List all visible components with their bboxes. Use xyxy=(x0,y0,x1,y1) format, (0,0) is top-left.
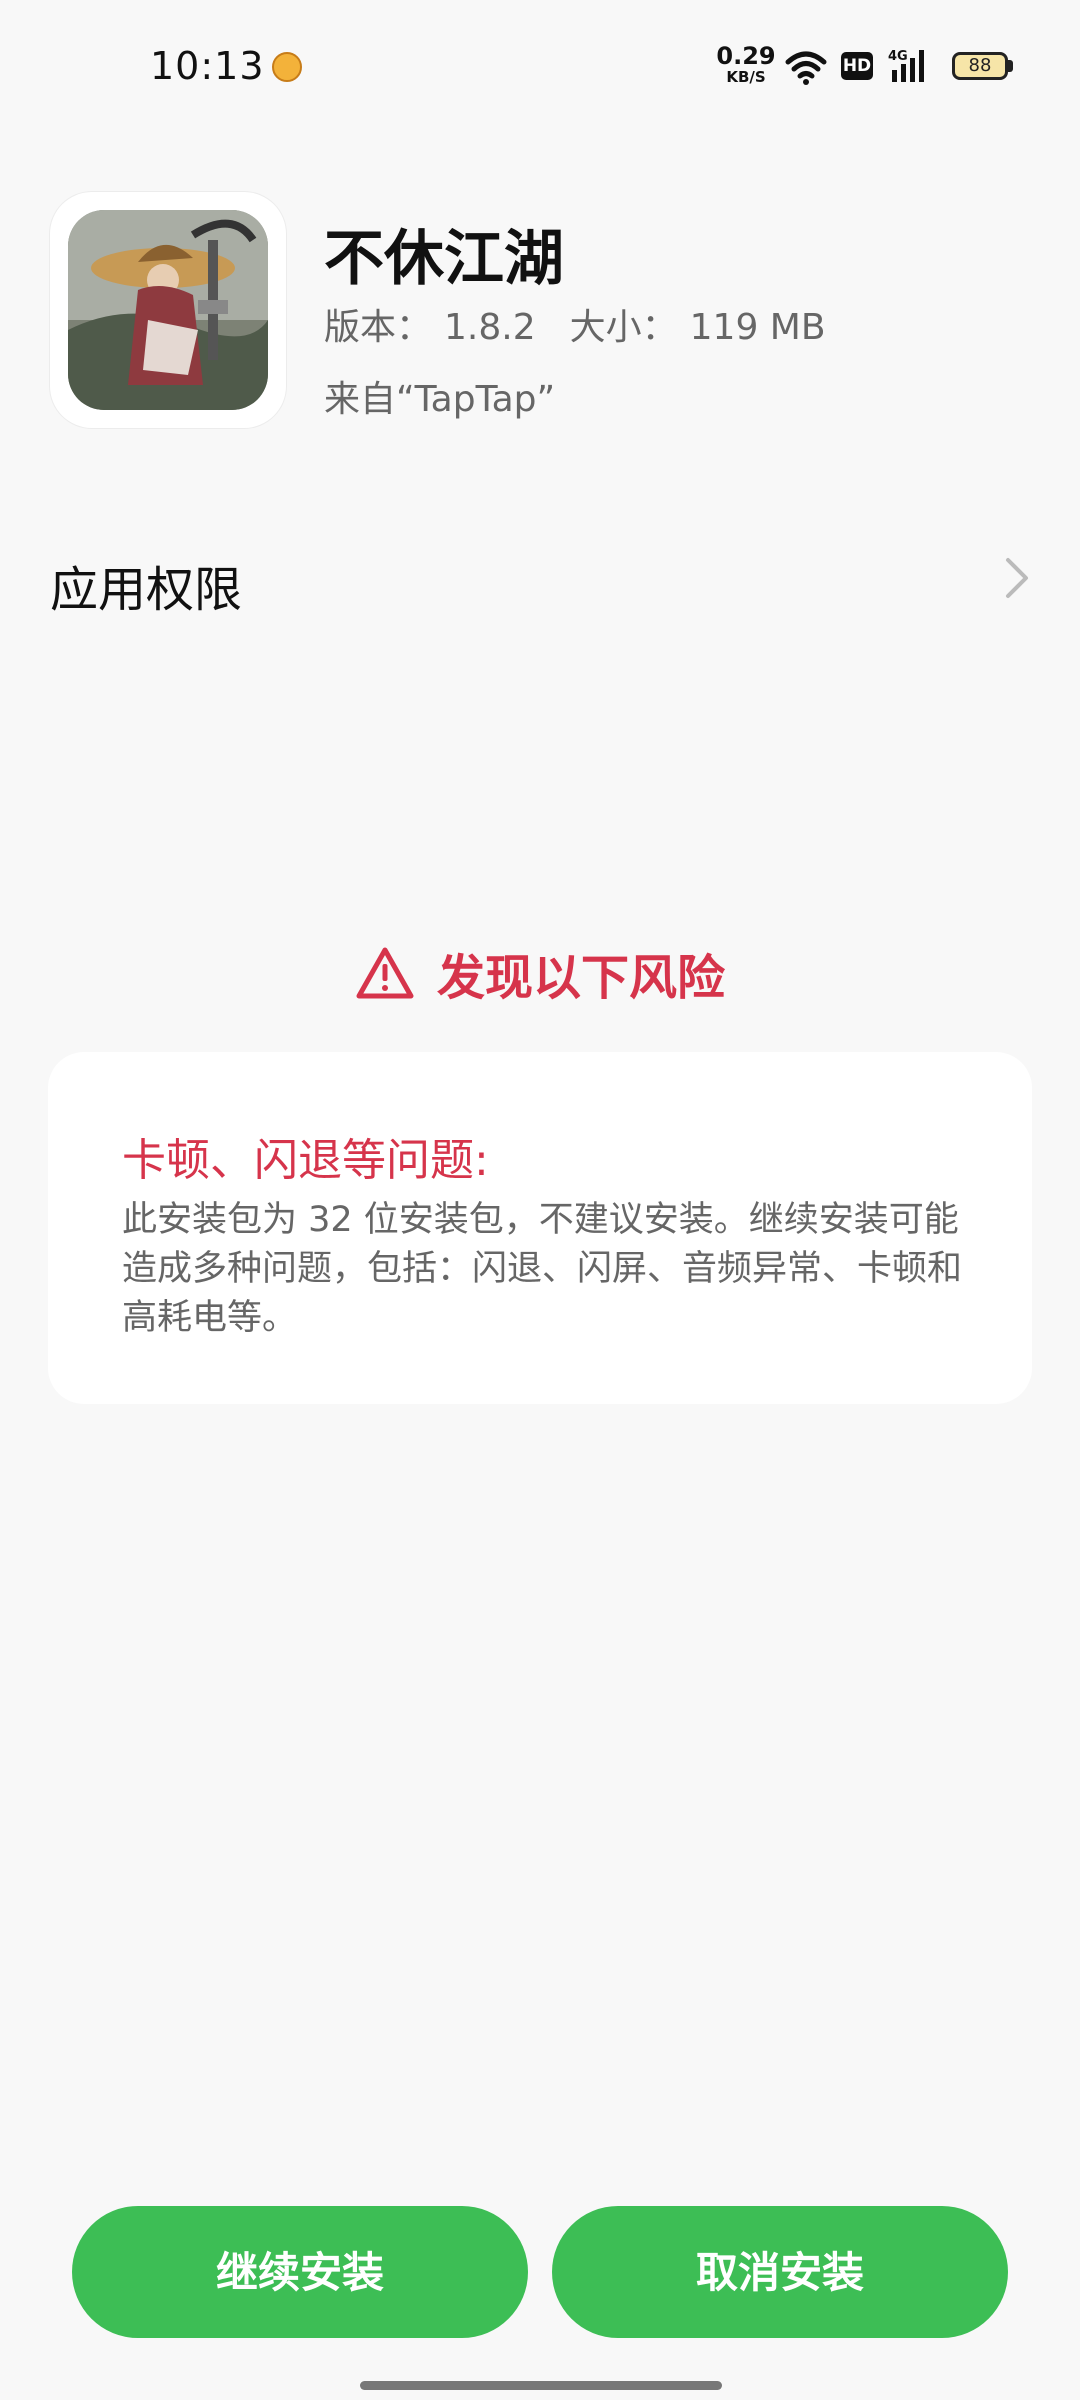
cancel-install-button[interactable]: 取消安装 xyxy=(552,2206,1008,2338)
risk-title-row: 发现以下风险 xyxy=(0,938,1080,1008)
size-info: 大小： 119 MB xyxy=(570,307,826,348)
battery-tip xyxy=(1008,60,1013,72)
size-label: 大小： xyxy=(569,307,678,348)
network-speed: 0.29 KB/S xyxy=(716,44,776,85)
risk-description: 此安装包为 32 位安装包，不建议安装。继续安装可能造成多种问题，包括：闪退、闪… xyxy=(122,1200,963,1338)
chevron-right-icon xyxy=(1006,558,1028,598)
app-permissions-label: 应用权限 xyxy=(50,562,243,618)
size-value: 119 MB xyxy=(689,307,826,348)
warning-icon xyxy=(356,947,414,999)
home-indicator[interactable] xyxy=(360,2381,722,2390)
notification-app-icon xyxy=(272,52,302,82)
hd-icon: HD xyxy=(841,52,873,80)
network-speed-unit: KB/S xyxy=(726,68,766,86)
signal-icon: 4G xyxy=(888,49,924,82)
app-meta: 版本： 1.8.2 大小： 119 MB xyxy=(324,298,860,350)
version-info: 版本： 1.8.2 xyxy=(324,307,536,348)
status-time: 10:13 xyxy=(150,44,265,88)
app-name: 不休江湖 xyxy=(324,224,564,294)
continue-install-button[interactable]: 继续安装 xyxy=(72,2206,528,2338)
network-speed-value: 0.29 xyxy=(716,42,776,70)
risk-title: 发现以下风险 xyxy=(436,950,725,1006)
app-source: 来自“TapTap” xyxy=(324,379,556,420)
version-value: 1.8.2 xyxy=(444,307,536,348)
battery-icon: 88 xyxy=(952,52,1008,80)
risk-heading: 卡顿、闪退等问题: xyxy=(122,1135,489,1186)
wifi-icon xyxy=(785,51,827,85)
app-icon xyxy=(68,210,268,410)
network-type-label: 4G xyxy=(888,49,908,64)
version-label: 版本： xyxy=(324,307,433,348)
